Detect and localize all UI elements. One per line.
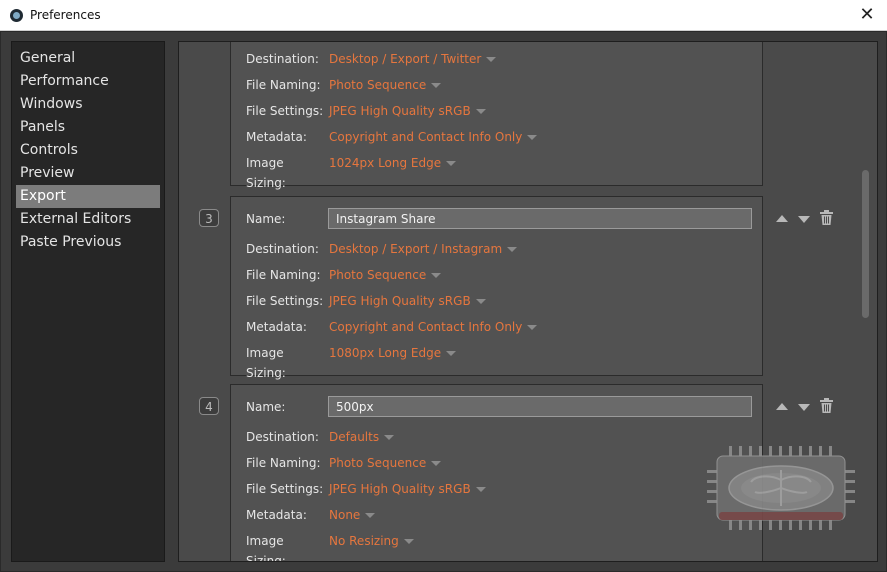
name-row: Name: [246, 208, 766, 229]
preset-number-badge: 3 [199, 209, 219, 227]
destination-label: Destination: [246, 242, 319, 256]
file-settings-value: JPEG High Quality sRGB [329, 482, 471, 496]
metadata-label: Metadata: [246, 320, 307, 334]
image-sizing-value: No Resizing [329, 534, 399, 548]
move-down-button[interactable] [798, 404, 810, 411]
move-up-button[interactable] [776, 403, 788, 410]
delete-button[interactable] [820, 210, 833, 225]
metadata-value: Copyright and Contact Info Only [329, 130, 523, 144]
file-naming-label: File Naming: [246, 78, 321, 92]
sidebar-item-paste-previous[interactable]: Paste Previous [16, 231, 160, 254]
export-preset-card: Destination: Desktop / Export / Twitter … [230, 42, 763, 190]
preset-number-badge: 4 [199, 397, 219, 415]
delete-button[interactable] [820, 398, 833, 413]
close-icon: ✕ [859, 4, 875, 25]
name-label: Name: [246, 212, 286, 226]
caret-down-icon [475, 109, 486, 114]
vertical-scrollbar[interactable] [862, 170, 869, 318]
metadata-value: Copyright and Contact Info Only [329, 320, 523, 334]
metadata-dropdown[interactable]: Copyright and Contact Info Only [329, 317, 538, 337]
metadata-label: Metadata: [246, 508, 307, 522]
file-naming-value: Photo Sequence [329, 78, 427, 92]
sidebar-item-performance[interactable]: Performance [16, 70, 160, 93]
file-settings-label: File Settings: [246, 482, 324, 496]
file-settings-value: JPEG High Quality sRGB [329, 294, 471, 308]
destination-value: Desktop / Export / Instagram [329, 242, 503, 256]
sidebar-item-external-editors[interactable]: External Editors [16, 208, 160, 231]
image-sizing-dropdown[interactable]: 1080px Long Edge [329, 343, 457, 363]
move-down-button[interactable] [798, 216, 810, 223]
caret-down-icon [507, 247, 518, 252]
destination-label: Destination: [246, 52, 319, 66]
file-naming-dropdown[interactable]: Photo Sequence [329, 75, 442, 95]
file-settings-dropdown[interactable]: JPEG High Quality sRGB [329, 291, 486, 311]
file-naming-label: File Naming: [246, 268, 321, 282]
image-sizing-dropdown[interactable]: No Resizing [329, 531, 414, 551]
file-naming-label: File Naming: [246, 456, 321, 470]
metadata-dropdown[interactable]: Copyright and Contact Info Only [329, 127, 538, 147]
sidebar-item-preview[interactable]: Preview [16, 162, 160, 185]
sidebar: General Performance Windows Panels Contr… [11, 41, 165, 562]
preset-name-input[interactable] [328, 396, 752, 417]
sidebar-item-export[interactable]: Export [16, 185, 160, 208]
destination-dropdown[interactable]: Desktop / Export / Twitter [329, 49, 497, 69]
caret-down-icon [527, 135, 538, 140]
metadata-dropdown[interactable]: None [329, 505, 376, 525]
destination-value: Desktop / Export / Twitter [329, 52, 482, 66]
image-sizing-label: Image Sizing: [246, 156, 286, 190]
sidebar-item-controls[interactable]: Controls [16, 139, 160, 162]
name-label: Name: [246, 400, 286, 414]
destination-label: Destination: [246, 430, 319, 444]
file-settings-label: File Settings: [246, 104, 324, 118]
file-settings-value: JPEG High Quality sRGB [329, 104, 471, 118]
caret-down-icon [403, 539, 414, 544]
name-row: Name: [246, 396, 766, 417]
preset-name-input[interactable] [328, 208, 752, 229]
image-sizing-value: 1024px Long Edge [329, 156, 442, 170]
image-sizing-label: Image Sizing: [246, 346, 286, 380]
caret-down-icon [527, 325, 538, 330]
file-settings-label: File Settings: [246, 294, 324, 308]
window-title: Preferences [30, 8, 101, 22]
file-naming-value: Photo Sequence [329, 456, 427, 470]
image-sizing-label: Image Sizing: [246, 534, 286, 562]
destination-dropdown[interactable]: Desktop / Export / Instagram [329, 239, 518, 259]
export-preset-card: Name: Destination: Desktop / Export / In… [230, 196, 766, 380]
sidebar-item-general[interactable]: General [16, 47, 160, 70]
export-preset-card: Name: Destination: Defaults File Naming:… [230, 384, 766, 562]
file-settings-dropdown[interactable]: JPEG High Quality sRGB [329, 479, 486, 499]
destination-dropdown[interactable]: Defaults [329, 427, 395, 447]
file-settings-dropdown[interactable]: JPEG High Quality sRGB [329, 101, 486, 121]
title-bar: Preferences ✕ [0, 0, 887, 31]
caret-down-icon [365, 513, 376, 518]
sidebar-item-windows[interactable]: Windows [16, 93, 160, 116]
caret-down-icon [475, 487, 486, 492]
caret-down-icon [384, 435, 395, 440]
app-logo-icon [10, 9, 23, 22]
move-up-button[interactable] [776, 215, 788, 222]
caret-down-icon [446, 351, 457, 356]
caret-down-icon [431, 273, 442, 278]
chip-logo [707, 446, 855, 530]
sidebar-item-panels[interactable]: Panels [16, 116, 160, 139]
metadata-value: None [329, 508, 361, 522]
caret-down-icon [431, 83, 442, 88]
image-sizing-dropdown[interactable]: 1024px Long Edge [329, 153, 457, 173]
destination-value: Defaults [329, 430, 380, 444]
caret-down-icon [475, 299, 486, 304]
caret-down-icon [486, 57, 497, 62]
file-naming-dropdown[interactable]: Photo Sequence [329, 265, 442, 285]
caret-down-icon [431, 461, 442, 466]
metadata-label: Metadata: [246, 130, 307, 144]
image-sizing-value: 1080px Long Edge [329, 346, 442, 360]
close-button[interactable]: ✕ [855, 4, 879, 26]
file-naming-value: Photo Sequence [329, 268, 427, 282]
caret-down-icon [446, 161, 457, 166]
file-naming-dropdown[interactable]: Photo Sequence [329, 453, 442, 473]
